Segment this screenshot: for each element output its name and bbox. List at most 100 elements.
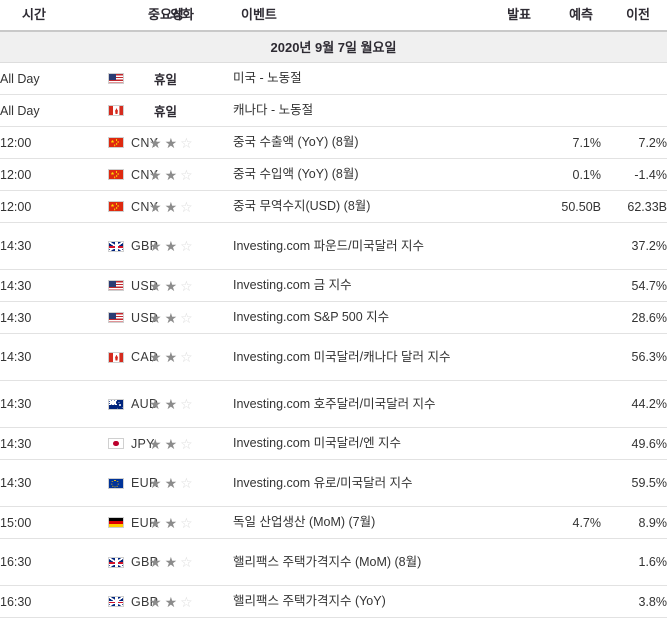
- cell-event[interactable]: 핼리팩스 주택가격지수 (YoY): [233, 585, 467, 618]
- cell-event[interactable]: 중국 무역수지(USD) (8월): [233, 190, 467, 223]
- importance-stars[interactable]: ★ ★ ☆: [148, 311, 233, 325]
- cell-time: 14:30: [0, 427, 82, 460]
- importance-stars[interactable]: ★ ★ ☆: [148, 200, 233, 214]
- table-row[interactable]: 14:30 USD ★ ★ ☆ Investing.com S&P 500 지수 28.6%: [0, 301, 667, 334]
- cell-currency: JPY: [82, 427, 155, 460]
- importance-stars[interactable]: ★ ★ ☆: [148, 397, 233, 411]
- cell-impact: ★ ★ ☆: [148, 126, 233, 159]
- date-label: 2020년 9월 7일 월요일: [0, 30, 667, 63]
- star-filled-icon: ★: [149, 198, 162, 215]
- economic-calendar-table: 시간 외화 중요성 이벤트 발표 예측 이전 2020년 9월 7일 월요일 A…: [0, 0, 667, 618]
- cell-time: 14:30: [0, 459, 82, 507]
- cell-currency: GBP: [82, 538, 158, 586]
- star-filled-icon: ★: [164, 166, 178, 183]
- cell-previous: 54.7%: [601, 269, 667, 302]
- importance-stars[interactable]: ★ ★ ☆: [148, 516, 233, 530]
- cell-event[interactable]: Investing.com 호주달러/미국달러 지수: [233, 380, 467, 428]
- table-row[interactable]: All Day 휴일 캐나다 - 노동절: [0, 94, 667, 127]
- star-empty-icon: ☆: [180, 134, 193, 151]
- star-filled-icon: ★: [164, 396, 178, 412]
- cell-time: 15:00: [0, 506, 82, 539]
- table-row[interactable]: 14:30 AUD ★ ★ ☆ Investing.com 호주달러/미국달러 지수 44.…: [0, 380, 667, 428]
- column-header-previous[interactable]: 이전: [601, 0, 667, 32]
- currency-wrapper: JPY: [82, 437, 155, 451]
- star-filled-icon: ★: [164, 514, 178, 531]
- table-row[interactable]: 16:30 GBP ★ ★ ☆ 핼리팩스 주택가격지수 (YoY) 3.8%: [0, 585, 667, 618]
- cell-currency: CNY: [82, 190, 158, 223]
- us-flag-icon: [108, 312, 124, 323]
- importance-stars[interactable]: ★ ★ ☆: [148, 555, 233, 569]
- cell-actual: [467, 380, 539, 428]
- gb-flag-icon: [108, 596, 124, 607]
- table-row[interactable]: 14:30 EUR ★ ★ ☆ Investing.com 유로/미국달러 지수 59.5%: [0, 459, 667, 507]
- cell-event[interactable]: 중국 수입액 (YoY) (8월): [233, 158, 467, 191]
- cell-forecast: [539, 94, 601, 127]
- cell-event[interactable]: 핼리팩스 주택가격지수 (MoM) (8월): [233, 538, 467, 586]
- table-row[interactable]: 16:30 GBP ★ ★ ☆ 핼리팩스 주택가격지수 (MoM) (8월) 1.6%: [0, 538, 667, 586]
- star-empty-icon: ☆: [180, 309, 193, 326]
- cell-time: 14:30: [0, 333, 82, 381]
- importance-stars[interactable]: ★ ★ ☆: [148, 136, 233, 150]
- cell-currency: AUD: [82, 380, 158, 428]
- cell-currency: GBP: [82, 585, 158, 618]
- table-row[interactable]: 12:00 CNY ★ ★ ☆ 중국 수출액 (YoY) (8월) 7.1% 7.2%: [0, 126, 667, 159]
- cell-event[interactable]: Investing.com 미국달러/엔 지수: [233, 427, 467, 460]
- column-header-time[interactable]: 시간: [0, 0, 82, 32]
- cell-event[interactable]: Investing.com 유로/미국달러 지수: [233, 459, 467, 507]
- cell-event[interactable]: 캐나다 - 노동절: [233, 94, 467, 127]
- table-row[interactable]: 14:30 JPY ★ ★ ☆ Investing.com 미국달러/엔 지수 49.6%: [0, 427, 667, 460]
- cell-actual: [467, 538, 539, 586]
- cell-actual: [467, 506, 539, 539]
- star-filled-icon: ★: [149, 396, 162, 412]
- cell-actual: [467, 427, 539, 460]
- cell-event[interactable]: Investing.com 금 지수: [233, 269, 467, 302]
- importance-stars[interactable]: ★ ★ ☆: [148, 595, 233, 609]
- cell-forecast: [539, 538, 601, 586]
- currency-wrapper: EUR: [82, 476, 158, 490]
- cell-event[interactable]: Investing.com S&P 500 지수: [233, 301, 467, 334]
- importance-stars[interactable]: ★ ★ ☆: [148, 476, 233, 490]
- importance-stars[interactable]: ★ ★ ☆: [148, 168, 233, 182]
- table-row[interactable]: 15:00 EUR ★ ★ ☆ 독일 산업생산 (MoM) (7월) 4.7% 8.9%: [0, 506, 667, 539]
- importance-stars[interactable]: ★ ★ ☆: [148, 239, 233, 253]
- cell-event[interactable]: Investing.com 파운드/미국달러 지수: [233, 222, 467, 270]
- table-row[interactable]: 14:30 USD ★ ★ ☆ Investing.com 금 지수 54.7%: [0, 269, 667, 302]
- cell-impact: ★ ★ ☆: [148, 427, 233, 460]
- table-row[interactable]: All Day 휴일 미국 - 노동절: [0, 62, 667, 95]
- importance-stars[interactable]: ★ ★ ☆: [148, 350, 233, 364]
- column-header-actual[interactable]: 발표: [467, 0, 539, 32]
- table-row[interactable]: 12:00 CNY ★ ★ ☆ 중국 무역수지(USD) (8월) 50.50B 62.33B: [0, 190, 667, 223]
- column-header-currency[interactable]: 외화: [82, 0, 194, 32]
- cell-actual: [467, 62, 539, 95]
- cell-event[interactable]: 미국 - 노동절: [233, 62, 467, 95]
- cell-forecast: [539, 427, 601, 460]
- us-flag-icon: [108, 280, 124, 291]
- cell-forecast: [539, 585, 601, 618]
- cell-event[interactable]: Investing.com 미국달러/캐나다 달러 지수: [233, 333, 467, 381]
- currency-wrapper: GBP: [82, 239, 158, 253]
- column-header-event[interactable]: 이벤트: [233, 0, 467, 32]
- star-empty-icon: ☆: [180, 435, 193, 452]
- table-row[interactable]: 12:00 CNY ★ ★ ☆ 중국 수입액 (YoY) (8월) 0.1% -1.4%: [0, 158, 667, 191]
- importance-stars[interactable]: ★ ★ ☆: [148, 279, 233, 293]
- cell-previous: 37.2%: [601, 222, 667, 270]
- cell-currency: EUR: [82, 459, 158, 507]
- star-filled-icon: ★: [164, 238, 178, 254]
- cell-event[interactable]: 중국 수출액 (YoY) (8월): [233, 126, 467, 159]
- currency-wrapper: CNY: [82, 200, 158, 214]
- holiday-label: 휴일: [154, 73, 178, 87]
- star-filled-icon: ★: [149, 435, 162, 452]
- star-empty-icon: ☆: [180, 554, 193, 570]
- currency-wrapper: [82, 105, 148, 116]
- gb-flag-cross: [109, 241, 123, 251]
- cell-time: 14:30: [0, 301, 82, 334]
- ca-flag-icon: [108, 351, 124, 363]
- cell-previous: 28.6%: [601, 301, 667, 334]
- table-row[interactable]: 14:30 CAD ★ ★ ☆ Investing.com 미국달러/캐나다 달러 지수 5…: [0, 333, 667, 381]
- cell-event[interactable]: 독일 산업생산 (MoM) (7월): [233, 506, 467, 539]
- star-empty-icon: ☆: [180, 166, 193, 183]
- cell-currency: CNY: [82, 158, 158, 191]
- importance-stars[interactable]: ★ ★ ☆: [148, 437, 233, 451]
- column-header-forecast[interactable]: 예측: [539, 0, 601, 32]
- table-row[interactable]: 14:30 GBP ★ ★ ☆ Investing.com 파운드/미국달러 지수 37.2…: [0, 222, 667, 270]
